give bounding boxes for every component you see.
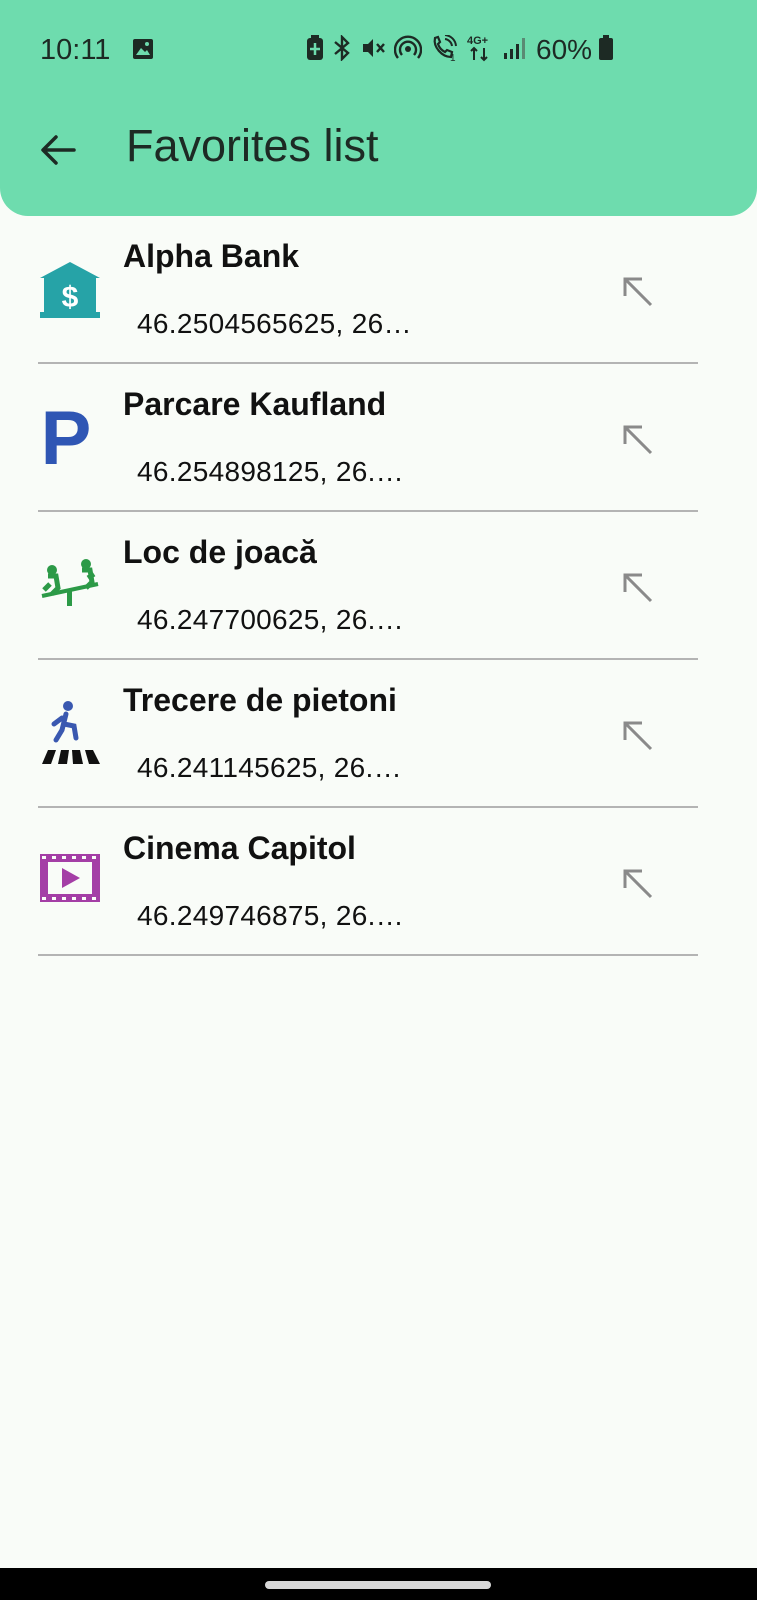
network-type: 4G+ bbox=[466, 33, 502, 68]
favorite-coords: 46.2504565625, 26… bbox=[137, 308, 412, 339]
svg-text:4G+: 4G+ bbox=[467, 35, 488, 47]
favorite-name: Parcare Kaufland bbox=[123, 386, 387, 422]
home-gesture-handle[interactable] bbox=[265, 1581, 491, 1589]
cinema-icon bbox=[38, 852, 102, 916]
svg-text:$: $ bbox=[62, 281, 79, 314]
battery-saver-icon bbox=[306, 34, 332, 66]
favorite-coords: 46.247700625, 26.… bbox=[137, 604, 404, 635]
battery-icon bbox=[598, 34, 622, 66]
parking-icon: P bbox=[38, 396, 102, 481]
favorite-coords: 46.249746875, 26.… bbox=[137, 900, 404, 931]
status-time: 10:11 bbox=[40, 34, 111, 66]
favorite-name: Loc de joacă bbox=[123, 534, 317, 570]
favorite-name: Cinema Capitol bbox=[123, 830, 356, 866]
bank-icon: $ bbox=[38, 258, 102, 322]
navigate-arrow-icon[interactable] bbox=[620, 570, 656, 606]
list-item[interactable]: Trecere de pietoni 46.241145625, 26.… bbox=[0, 660, 757, 808]
signal-icon bbox=[502, 35, 536, 66]
gallery-icon bbox=[132, 38, 154, 65]
vibrate-off-icon bbox=[360, 35, 394, 66]
page-title: Favorites list bbox=[126, 120, 379, 171]
navigate-arrow-icon[interactable] bbox=[620, 866, 656, 902]
list-item[interactable]: P Parcare Kaufland 46.254898125, 26.… bbox=[0, 364, 757, 512]
status-bar: 10:11 1 4G+ 60% bbox=[0, 0, 757, 100]
divider bbox=[38, 954, 698, 956]
svg-text:P: P bbox=[41, 404, 92, 468]
app-bar: 10:11 1 4G+ 60% Favorites list bbox=[0, 0, 757, 216]
wifi-call-icon: 1 bbox=[430, 33, 466, 66]
navigate-arrow-icon[interactable] bbox=[620, 422, 656, 458]
bluetooth-icon bbox=[332, 33, 360, 66]
list-item[interactable]: Cinema Capitol 46.249746875, 26.… bbox=[0, 808, 757, 956]
favorite-coords: 46.254898125, 26.… bbox=[137, 456, 404, 487]
favorite-name: Alpha Bank bbox=[123, 238, 300, 274]
list-item[interactable]: $ Alpha Bank 46.2504565625, 26… bbox=[0, 216, 757, 364]
status-icons: 1 4G+ 60% bbox=[306, 33, 622, 68]
list-item[interactable]: Loc de joacă 46.247700625, 26.… bbox=[0, 512, 757, 660]
navigate-arrow-icon[interactable] bbox=[620, 718, 656, 754]
svg-text:1: 1 bbox=[450, 53, 456, 61]
favorite-name: Trecere de pietoni bbox=[123, 682, 397, 718]
back-arrow-icon[interactable] bbox=[38, 130, 78, 170]
hotspot-icon bbox=[393, 35, 430, 66]
favorites-list: $ Alpha Bank 46.2504565625, 26… P Parcar… bbox=[0, 216, 757, 956]
navigate-arrow-icon[interactable] bbox=[620, 274, 656, 310]
crosswalk-icon bbox=[38, 700, 102, 764]
playground-icon bbox=[38, 552, 102, 616]
favorite-coords: 46.241145625, 26.… bbox=[137, 752, 402, 783]
battery-percent: 60% bbox=[536, 34, 593, 65]
